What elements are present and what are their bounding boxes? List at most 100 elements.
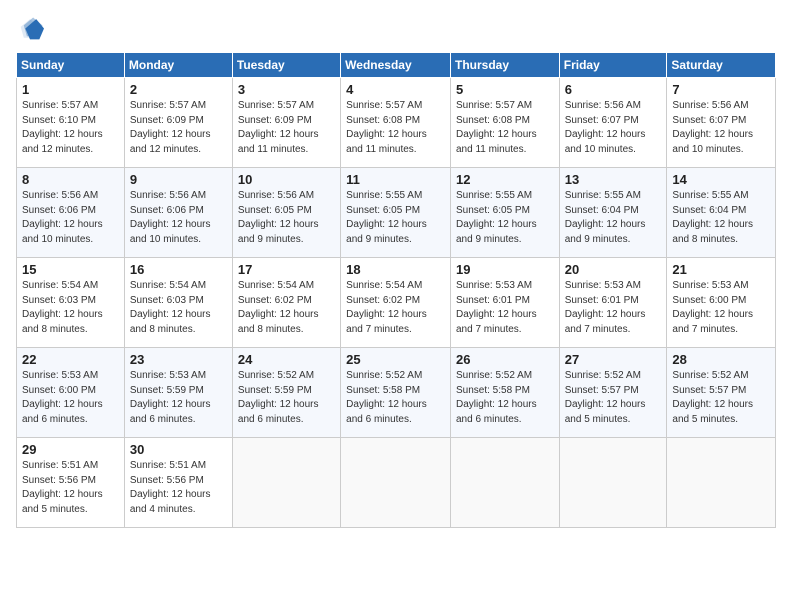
daylight-label: Daylight: 12 hours and 11 minutes. [346, 129, 427, 155]
sunrise-label: Sunrise: 5:52 AM [672, 370, 748, 381]
logo-icon [16, 16, 44, 44]
calendar-cell: 13 Sunrise: 5:55 AM Sunset: 6:04 PM Dayl… [559, 168, 667, 258]
sunset-label: Sunset: 6:04 PM [672, 205, 746, 216]
day-info: Sunrise: 5:56 AM Sunset: 6:05 PM Dayligh… [238, 189, 335, 247]
sunset-label: Sunset: 6:04 PM [565, 205, 639, 216]
daylight-label: Daylight: 12 hours and 6 minutes. [346, 399, 427, 425]
calendar-cell [450, 438, 559, 528]
day-number: 3 [238, 82, 335, 97]
daylight-label: Daylight: 12 hours and 5 minutes. [565, 399, 646, 425]
logo [16, 16, 48, 44]
day-header-thursday: Thursday [450, 53, 559, 78]
day-header-saturday: Saturday [667, 53, 776, 78]
day-number: 2 [130, 82, 227, 97]
day-number: 9 [130, 172, 227, 187]
daylight-label: Daylight: 12 hours and 7 minutes. [346, 309, 427, 335]
day-number: 1 [22, 82, 119, 97]
daylight-label: Daylight: 12 hours and 9 minutes. [346, 219, 427, 245]
daylight-label: Daylight: 12 hours and 11 minutes. [456, 129, 537, 155]
daylight-label: Daylight: 12 hours and 11 minutes. [238, 129, 319, 155]
day-info: Sunrise: 5:53 AM Sunset: 6:00 PM Dayligh… [672, 279, 770, 337]
calendar-cell: 6 Sunrise: 5:56 AM Sunset: 6:07 PM Dayli… [559, 78, 667, 168]
sunrise-label: Sunrise: 5:54 AM [346, 280, 422, 291]
sunset-label: Sunset: 5:56 PM [130, 475, 204, 486]
daylight-label: Daylight: 12 hours and 8 minutes. [22, 309, 103, 335]
sunrise-label: Sunrise: 5:56 AM [22, 190, 98, 201]
calendar-cell: 21 Sunrise: 5:53 AM Sunset: 6:00 PM Dayl… [667, 258, 776, 348]
sunset-label: Sunset: 6:01 PM [565, 295, 639, 306]
calendar-cell: 29 Sunrise: 5:51 AM Sunset: 5:56 PM Dayl… [17, 438, 125, 528]
sunrise-label: Sunrise: 5:55 AM [346, 190, 422, 201]
day-info: Sunrise: 5:56 AM Sunset: 6:07 PM Dayligh… [565, 99, 662, 157]
calendar-cell: 14 Sunrise: 5:55 AM Sunset: 6:04 PM Dayl… [667, 168, 776, 258]
day-info: Sunrise: 5:55 AM Sunset: 6:04 PM Dayligh… [672, 189, 770, 247]
sunrise-label: Sunrise: 5:56 AM [238, 190, 314, 201]
sunset-label: Sunset: 6:03 PM [130, 295, 204, 306]
daylight-label: Daylight: 12 hours and 9 minutes. [565, 219, 646, 245]
day-number: 10 [238, 172, 335, 187]
sunset-label: Sunset: 6:07 PM [672, 115, 746, 126]
day-info: Sunrise: 5:51 AM Sunset: 5:56 PM Dayligh… [130, 459, 227, 517]
sunrise-label: Sunrise: 5:53 AM [130, 370, 206, 381]
daylight-label: Daylight: 12 hours and 9 minutes. [456, 219, 537, 245]
sunrise-label: Sunrise: 5:56 AM [130, 190, 206, 201]
sunrise-label: Sunrise: 5:53 AM [22, 370, 98, 381]
calendar-cell: 4 Sunrise: 5:57 AM Sunset: 6:08 PM Dayli… [341, 78, 451, 168]
calendar-cell: 15 Sunrise: 5:54 AM Sunset: 6:03 PM Dayl… [17, 258, 125, 348]
daylight-label: Daylight: 12 hours and 12 minutes. [130, 129, 211, 155]
calendar-cell: 20 Sunrise: 5:53 AM Sunset: 6:01 PM Dayl… [559, 258, 667, 348]
calendar-cell: 18 Sunrise: 5:54 AM Sunset: 6:02 PM Dayl… [341, 258, 451, 348]
sunset-label: Sunset: 5:58 PM [346, 385, 420, 396]
calendar-table: SundayMondayTuesdayWednesdayThursdayFrid… [16, 52, 776, 528]
calendar-cell: 30 Sunrise: 5:51 AM Sunset: 5:56 PM Dayl… [124, 438, 232, 528]
sunrise-label: Sunrise: 5:57 AM [238, 100, 314, 111]
daylight-label: Daylight: 12 hours and 10 minutes. [565, 129, 646, 155]
sunset-label: Sunset: 6:08 PM [456, 115, 530, 126]
day-number: 23 [130, 352, 227, 367]
sunset-label: Sunset: 6:10 PM [22, 115, 96, 126]
day-number: 18 [346, 262, 445, 277]
calendar-week-5: 29 Sunrise: 5:51 AM Sunset: 5:56 PM Dayl… [17, 438, 776, 528]
sunset-label: Sunset: 6:03 PM [22, 295, 96, 306]
calendar-cell: 19 Sunrise: 5:53 AM Sunset: 6:01 PM Dayl… [450, 258, 559, 348]
day-info: Sunrise: 5:53 AM Sunset: 5:59 PM Dayligh… [130, 369, 227, 427]
sunrise-label: Sunrise: 5:52 AM [238, 370, 314, 381]
calendar-week-1: 1 Sunrise: 5:57 AM Sunset: 6:10 PM Dayli… [17, 78, 776, 168]
day-number: 11 [346, 172, 445, 187]
sunset-label: Sunset: 6:00 PM [672, 295, 746, 306]
sunset-label: Sunset: 6:07 PM [565, 115, 639, 126]
daylight-label: Daylight: 12 hours and 6 minutes. [238, 399, 319, 425]
day-number: 14 [672, 172, 770, 187]
sunrise-label: Sunrise: 5:53 AM [672, 280, 748, 291]
daylight-label: Daylight: 12 hours and 6 minutes. [22, 399, 103, 425]
day-number: 26 [456, 352, 554, 367]
calendar-week-4: 22 Sunrise: 5:53 AM Sunset: 6:00 PM Dayl… [17, 348, 776, 438]
daylight-label: Daylight: 12 hours and 6 minutes. [130, 399, 211, 425]
day-info: Sunrise: 5:53 AM Sunset: 6:00 PM Dayligh… [22, 369, 119, 427]
calendar-cell: 26 Sunrise: 5:52 AM Sunset: 5:58 PM Dayl… [450, 348, 559, 438]
daylight-label: Daylight: 12 hours and 6 minutes. [456, 399, 537, 425]
calendar-cell: 17 Sunrise: 5:54 AM Sunset: 6:02 PM Dayl… [232, 258, 340, 348]
calendar-cell: 27 Sunrise: 5:52 AM Sunset: 5:57 PM Dayl… [559, 348, 667, 438]
daylight-label: Daylight: 12 hours and 5 minutes. [672, 399, 753, 425]
day-header-monday: Monday [124, 53, 232, 78]
day-info: Sunrise: 5:52 AM Sunset: 5:57 PM Dayligh… [672, 369, 770, 427]
sunset-label: Sunset: 6:02 PM [346, 295, 420, 306]
daylight-label: Daylight: 12 hours and 8 minutes. [238, 309, 319, 335]
sunrise-label: Sunrise: 5:54 AM [238, 280, 314, 291]
calendar-week-3: 15 Sunrise: 5:54 AM Sunset: 6:03 PM Dayl… [17, 258, 776, 348]
calendar-cell: 2 Sunrise: 5:57 AM Sunset: 6:09 PM Dayli… [124, 78, 232, 168]
day-number: 19 [456, 262, 554, 277]
daylight-label: Daylight: 12 hours and 12 minutes. [22, 129, 103, 155]
sunset-label: Sunset: 6:05 PM [238, 205, 312, 216]
calendar-cell: 25 Sunrise: 5:52 AM Sunset: 5:58 PM Dayl… [341, 348, 451, 438]
calendar-cell: 8 Sunrise: 5:56 AM Sunset: 6:06 PM Dayli… [17, 168, 125, 258]
day-number: 25 [346, 352, 445, 367]
sunrise-label: Sunrise: 5:55 AM [672, 190, 748, 201]
day-info: Sunrise: 5:57 AM Sunset: 6:10 PM Dayligh… [22, 99, 119, 157]
sunrise-label: Sunrise: 5:52 AM [565, 370, 641, 381]
sunrise-label: Sunrise: 5:52 AM [456, 370, 532, 381]
day-info: Sunrise: 5:55 AM Sunset: 6:05 PM Dayligh… [346, 189, 445, 247]
day-info: Sunrise: 5:52 AM Sunset: 5:57 PM Dayligh… [565, 369, 662, 427]
daylight-label: Daylight: 12 hours and 7 minutes. [565, 309, 646, 335]
